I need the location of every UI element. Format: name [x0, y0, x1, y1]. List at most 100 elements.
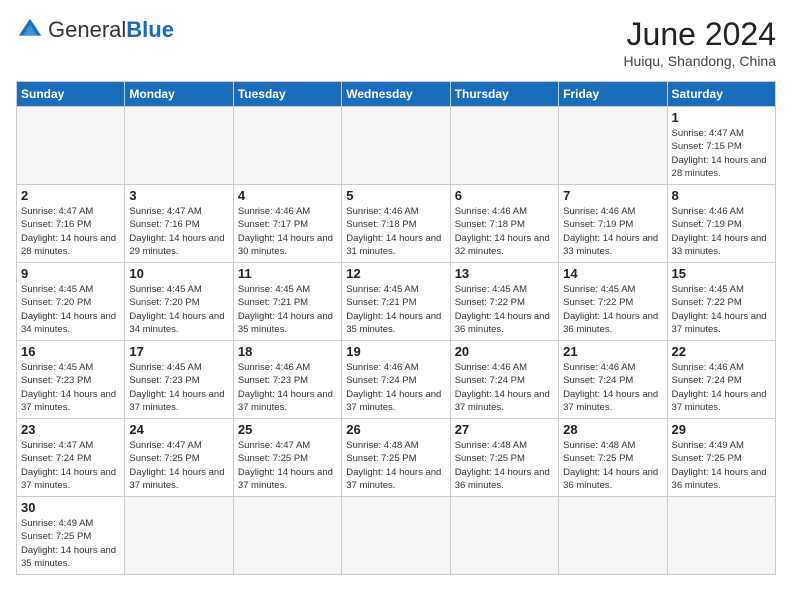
table-row: 14Sunrise: 4:45 AM Sunset: 7:22 PM Dayli… [559, 263, 667, 341]
day-info: Sunrise: 4:49 AM Sunset: 7:25 PM Dayligh… [21, 517, 120, 570]
calendar-week-row: 23 Sunrise: 4:47 AM Sunset: 7:24 PM Dayli… [17, 419, 776, 497]
table-row [17, 107, 125, 185]
day-number: 12 [346, 266, 445, 281]
calendar: Sunday Monday Tuesday Wednesday Thursday… [16, 81, 776, 575]
location: Huiqu, Shandong, China [623, 53, 776, 69]
table-row: 8 Sunrise: 4:46 AM Sunset: 7:19 PM Daylig… [667, 185, 775, 263]
day-info: Sunrise: 4:46 AM Sunset: 7:19 PM Dayligh… [672, 205, 771, 258]
day-number: 19 [346, 344, 445, 359]
calendar-header-row: Sunday Monday Tuesday Wednesday Thursday… [17, 82, 776, 107]
table-row [342, 497, 450, 575]
calendar-week-row: 2 Sunrise: 4:47 AM Sunset: 7:16 PM Daylig… [17, 185, 776, 263]
title-block: June 2024 Huiqu, Shandong, China [623, 16, 776, 69]
day-number: 24 [129, 422, 228, 437]
table-row: 6Sunrise: 4:46 AM Sunset: 7:18 PM Daylig… [450, 185, 558, 263]
table-row [450, 497, 558, 575]
day-info: Sunrise: 4:46 AM Sunset: 7:24 PM Dayligh… [672, 361, 771, 414]
day-info: Sunrise: 4:45 AM Sunset: 7:22 PM Dayligh… [455, 283, 554, 336]
table-row: 29 Sunrise: 4:49 AM Sunset: 7:25 PM Dayli… [667, 419, 775, 497]
table-row: 7Sunrise: 4:46 AM Sunset: 7:19 PM Daylig… [559, 185, 667, 263]
day-number: 26 [346, 422, 445, 437]
day-info: Sunrise: 4:46 AM Sunset: 7:19 PM Dayligh… [563, 205, 662, 258]
day-number: 18 [238, 344, 337, 359]
day-number: 11 [238, 266, 337, 281]
table-row: 12 Sunrise: 4:45 AM Sunset: 7:21 PM Dayli… [342, 263, 450, 341]
table-row: 3 Sunrise: 4:47 AM Sunset: 7:16 PM Daylig… [125, 185, 233, 263]
day-info: Sunrise: 4:48 AM Sunset: 7:25 PM Dayligh… [346, 439, 445, 492]
day-number: 27 [455, 422, 554, 437]
day-info: Sunrise: 4:46 AM Sunset: 7:24 PM Dayligh… [455, 361, 554, 414]
table-row: 5Sunrise: 4:46 AM Sunset: 7:18 PM Daylig… [342, 185, 450, 263]
calendar-week-row: 30 Sunrise: 4:49 AM Sunset: 7:25 PM Dayli… [17, 497, 776, 575]
day-number: 2 [21, 188, 120, 203]
day-info: Sunrise: 4:46 AM Sunset: 7:24 PM Dayligh… [563, 361, 662, 414]
day-info: Sunrise: 4:45 AM Sunset: 7:23 PM Dayligh… [129, 361, 228, 414]
table-row [450, 107, 558, 185]
day-number: 17 [129, 344, 228, 359]
day-number: 14 [563, 266, 662, 281]
day-info: Sunrise: 4:49 AM Sunset: 7:25 PM Dayligh… [672, 439, 771, 492]
day-info: Sunrise: 4:48 AM Sunset: 7:25 PM Dayligh… [563, 439, 662, 492]
col-monday: Monday [125, 82, 233, 107]
day-info: Sunrise: 4:46 AM Sunset: 7:24 PM Dayligh… [346, 361, 445, 414]
day-info: Sunrise: 4:47 AM Sunset: 7:15 PM Dayligh… [672, 127, 771, 180]
page-header: GeneralBlue June 2024 Huiqu, Shandong, C… [16, 16, 776, 69]
day-info: Sunrise: 4:47 AM Sunset: 7:24 PM Dayligh… [21, 439, 120, 492]
day-info: Sunrise: 4:46 AM Sunset: 7:18 PM Dayligh… [455, 205, 554, 258]
table-row: 23 Sunrise: 4:47 AM Sunset: 7:24 PM Dayli… [17, 419, 125, 497]
table-row [233, 107, 341, 185]
col-wednesday: Wednesday [342, 82, 450, 107]
day-info: Sunrise: 4:45 AM Sunset: 7:21 PM Dayligh… [346, 283, 445, 336]
day-number: 28 [563, 422, 662, 437]
day-number: 23 [21, 422, 120, 437]
day-info: Sunrise: 4:46 AM Sunset: 7:23 PM Dayligh… [238, 361, 337, 414]
col-friday: Friday [559, 82, 667, 107]
col-saturday: Saturday [667, 82, 775, 107]
day-number: 1 [672, 110, 771, 125]
day-number: 13 [455, 266, 554, 281]
logo-icon [16, 16, 44, 44]
day-number: 3 [129, 188, 228, 203]
day-info: Sunrise: 4:47 AM Sunset: 7:25 PM Dayligh… [238, 439, 337, 492]
day-info: Sunrise: 4:45 AM Sunset: 7:20 PM Dayligh… [129, 283, 228, 336]
day-info: Sunrise: 4:47 AM Sunset: 7:25 PM Dayligh… [129, 439, 228, 492]
table-row: 26 Sunrise: 4:48 AM Sunset: 7:25 PM Dayli… [342, 419, 450, 497]
day-info: Sunrise: 4:45 AM Sunset: 7:22 PM Dayligh… [672, 283, 771, 336]
table-row: 21 Sunrise: 4:46 AM Sunset: 7:24 PM Dayli… [559, 341, 667, 419]
day-number: 29 [672, 422, 771, 437]
calendar-week-row: 9 Sunrise: 4:45 AM Sunset: 7:20 PM Daylig… [17, 263, 776, 341]
table-row: 13 Sunrise: 4:45 AM Sunset: 7:22 PM Dayli… [450, 263, 558, 341]
month-title: June 2024 [623, 16, 776, 53]
day-info: Sunrise: 4:47 AM Sunset: 7:16 PM Dayligh… [129, 205, 228, 258]
day-number: 22 [672, 344, 771, 359]
day-info: Sunrise: 4:47 AM Sunset: 7:16 PM Dayligh… [21, 205, 120, 258]
table-row [342, 107, 450, 185]
day-number: 25 [238, 422, 337, 437]
day-info: Sunrise: 4:46 AM Sunset: 7:18 PM Dayligh… [346, 205, 445, 258]
table-row: 18 Sunrise: 4:46 AM Sunset: 7:23 PM Dayli… [233, 341, 341, 419]
day-number: 21 [563, 344, 662, 359]
day-info: Sunrise: 4:45 AM Sunset: 7:23 PM Dayligh… [21, 361, 120, 414]
day-number: 9 [21, 266, 120, 281]
table-row: 22 Sunrise: 4:46 AM Sunset: 7:24 PM Dayli… [667, 341, 775, 419]
day-info: Sunrise: 4:48 AM Sunset: 7:25 PM Dayligh… [455, 439, 554, 492]
table-row [559, 107, 667, 185]
table-row: 25 Sunrise: 4:47 AM Sunset: 7:25 PM Dayli… [233, 419, 341, 497]
day-info: Sunrise: 4:46 AM Sunset: 7:17 PM Dayligh… [238, 205, 337, 258]
table-row: 9 Sunrise: 4:45 AM Sunset: 7:20 PM Daylig… [17, 263, 125, 341]
day-number: 30 [21, 500, 120, 515]
table-row [667, 497, 775, 575]
col-tuesday: Tuesday [233, 82, 341, 107]
day-number: 4 [238, 188, 337, 203]
table-row: 4 Sunrise: 4:46 AM Sunset: 7:17 PM Daylig… [233, 185, 341, 263]
table-row: 20Sunrise: 4:46 AM Sunset: 7:24 PM Dayli… [450, 341, 558, 419]
day-info: Sunrise: 4:45 AM Sunset: 7:20 PM Dayligh… [21, 283, 120, 336]
day-number: 15 [672, 266, 771, 281]
table-row: 17 Sunrise: 4:45 AM Sunset: 7:23 PM Dayli… [125, 341, 233, 419]
table-row [233, 497, 341, 575]
day-number: 8 [672, 188, 771, 203]
calendar-week-row: 1 Sunrise: 4:47 AM Sunset: 7:15 PM Daylig… [17, 107, 776, 185]
table-row: 1 Sunrise: 4:47 AM Sunset: 7:15 PM Daylig… [667, 107, 775, 185]
logo: GeneralBlue [16, 16, 174, 44]
logo-text: GeneralBlue [48, 19, 174, 42]
